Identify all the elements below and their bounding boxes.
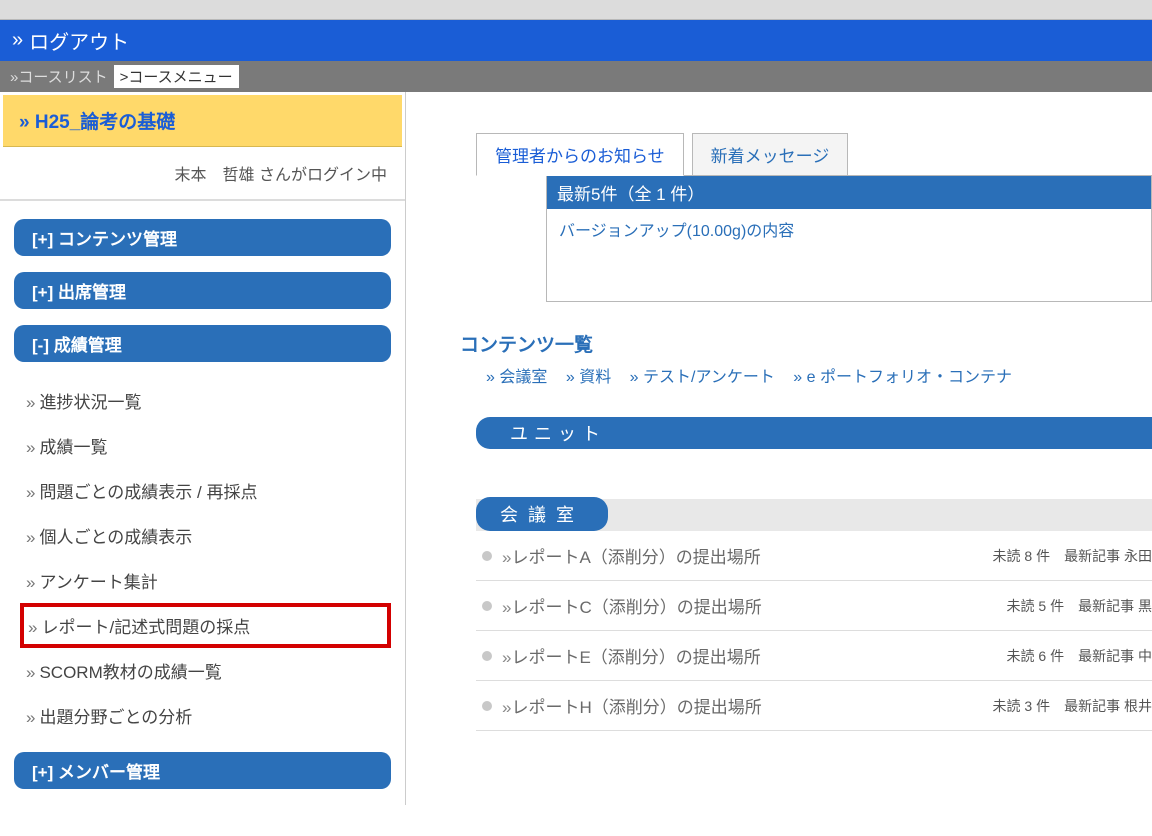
dot-icon	[482, 601, 492, 611]
chevron-icon: »	[28, 618, 37, 637]
main-content: 管理者からのお知らせ 新着メッセージ 最新5件（全 1 件） バージョンアップ(…	[406, 92, 1152, 805]
dot-icon	[482, 701, 492, 711]
nav-group-members[interactable]: [+] メンバー管理	[14, 752, 391, 789]
unit-bar: ユニット	[476, 417, 1152, 449]
bbs-header: 会議室	[476, 497, 608, 531]
content-links: » 会議室 » 資料 » テスト/アンケート » e ポートフォリオ・コンテナ	[406, 363, 1152, 387]
notice-header: 最新5件（全 1 件）	[547, 176, 1151, 209]
course-title: » H25_論考の基礎	[3, 95, 402, 147]
bbs-item[interactable]: »レポートC（添削分）の提出場所 未読 5 件 最新記事 黒	[476, 581, 1152, 631]
bbs-meta: 未読 6 件 最新記事 中	[1007, 646, 1152, 666]
chevron-icon: »	[26, 528, 35, 547]
chevron-icon: »	[26, 483, 35, 502]
chevron-icon: »	[566, 369, 575, 386]
nav-item-analysis[interactable]: »出題分野ごとの分析	[20, 693, 391, 738]
notice-link[interactable]: バージョンアップ(10.00g)の内容	[559, 223, 794, 240]
chevron-icon: »	[26, 573, 35, 592]
window-top-band	[0, 0, 1152, 20]
bbs-meta: 未読 5 件 最新記事 黒	[1007, 596, 1152, 616]
nav-group-grades-items: »進捗状況一覧 »成績一覧 »問題ごとの成績表示 / 再採点 »個人ごとの成績表…	[14, 378, 391, 752]
link-bbs[interactable]: » 会議室	[486, 369, 547, 386]
link-tests[interactable]: » テスト/アンケート	[630, 369, 775, 386]
tab-new-messages[interactable]: 新着メッセージ	[692, 133, 849, 176]
header-bar: » ログアウト	[0, 20, 1152, 61]
nav-item-progress[interactable]: »進捗状況一覧	[20, 378, 391, 423]
breadcrumb-course-list[interactable]: »コースリスト	[10, 66, 108, 87]
bbs-item[interactable]: »レポートH（添削分）の提出場所 未読 3 件 最新記事 根井	[476, 681, 1152, 731]
chevron-icon: »	[26, 438, 35, 457]
bbs-meta: 未読 3 件 最新記事 根井	[993, 696, 1152, 716]
nav-item-survey[interactable]: »アンケート集計	[20, 558, 391, 603]
sidebar-nav: [+] コンテンツ管理 [+] 出席管理 [-] 成績管理 »進捗状況一覧 »成…	[0, 201, 405, 789]
unit-label: ユニット	[476, 420, 606, 446]
nav-item-report-grading[interactable]: »レポート/記述式問題の採点	[20, 603, 391, 648]
bbs-item[interactable]: »レポートE（添削分）の提出場所 未読 6 件 最新記事 中	[476, 631, 1152, 681]
tabs: 管理者からのお知らせ 新着メッセージ	[476, 132, 1152, 175]
breadcrumb-course-menu[interactable]: >コースメニュー	[114, 65, 239, 88]
login-status: 末本 哲雄 さんがログイン中	[0, 147, 405, 201]
chevron-icon: »	[793, 369, 802, 386]
link-eportfolio[interactable]: » e ポートフォリオ・コンテナ	[793, 369, 1012, 386]
chevron-icon: »	[26, 708, 35, 727]
link-materials[interactable]: » 資料	[566, 369, 611, 386]
dot-icon	[482, 651, 492, 661]
bbs-meta: 未読 8 件 最新記事 永田	[993, 546, 1152, 566]
chevron-icon: »	[26, 393, 35, 412]
chevron-icon: »	[19, 112, 30, 133]
breadcrumb: »コースリスト >コースメニュー	[0, 61, 1152, 92]
sidebar: » H25_論考の基礎 末本 哲雄 さんがログイン中 [+] コンテンツ管理 […	[0, 92, 406, 805]
nav-item-per-student[interactable]: »個人ごとの成績表示	[20, 513, 391, 558]
chevron-icon: »	[12, 29, 23, 52]
chevron-icon: »	[486, 369, 495, 386]
nav-item-scorm[interactable]: »SCORM教材の成績一覧	[20, 648, 391, 693]
chevron-icon: »	[26, 663, 35, 682]
tab-admin-notice[interactable]: 管理者からのお知らせ	[476, 133, 684, 176]
nav-group-attendance[interactable]: [+] 出席管理	[14, 272, 391, 309]
chevron-icon: »	[630, 369, 639, 386]
notice-panel: 最新5件（全 1 件） バージョンアップ(10.00g)の内容	[546, 175, 1152, 302]
nav-item-per-question[interactable]: »問題ごとの成績表示 / 再採点	[20, 468, 391, 513]
nav-group-grades[interactable]: [-] 成績管理	[14, 325, 391, 362]
nav-group-contents[interactable]: [+] コンテンツ管理	[14, 219, 391, 256]
bbs-section: 会議室 »レポートA（添削分）の提出場所 未読 8 件 最新記事 永田 »レポー…	[476, 499, 1152, 731]
bbs-item[interactable]: »レポートA（添削分）の提出場所 未読 8 件 最新記事 永田	[476, 531, 1152, 581]
contents-title: コンテンツ一覧	[406, 302, 1152, 363]
logout-link[interactable]: ログアウト	[29, 26, 129, 55]
bbs-list: »レポートA（添削分）の提出場所 未読 8 件 最新記事 永田 »レポートC（添…	[476, 531, 1152, 731]
dot-icon	[482, 551, 492, 561]
nav-item-grades-list[interactable]: »成績一覧	[20, 423, 391, 468]
